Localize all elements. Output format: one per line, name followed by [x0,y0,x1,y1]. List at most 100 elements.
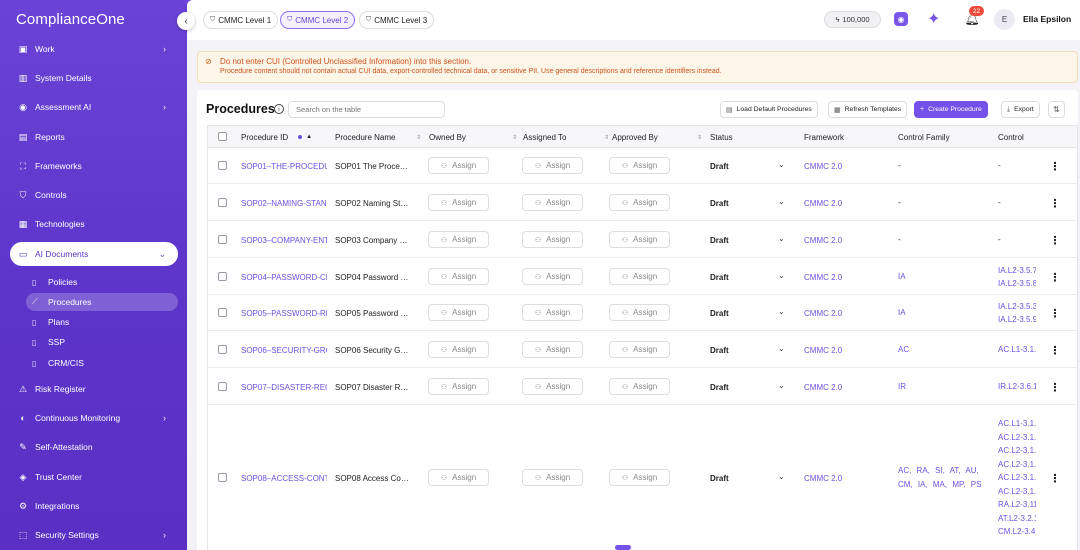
assigned-to-assign-button[interactable]: ⚇ Assign [522,469,583,486]
control-link[interactable]: - [998,196,1036,210]
sidebar-subitem-ssp[interactable]: ▯ SSP [26,333,178,351]
approved-by-assign-button[interactable]: ⚇ Assign [609,268,670,285]
horizontal-scrollbar[interactable] [615,545,631,550]
row-checkbox[interactable] [218,235,227,244]
control-link[interactable]: CM.L2-3.4.1 [998,525,1036,539]
procedure-id-link[interactable]: SOP08–ACCESS-CONTROL [241,472,327,484]
row-actions-menu-icon[interactable]: ⋮ [1049,341,1061,359]
sidebar-item-assessment-ai[interactable]: ◉ Assessment AI › [10,95,178,119]
status-select[interactable]: Draft [710,197,729,209]
framework-link[interactable]: CMMC 2.0 [804,271,842,283]
control-link[interactable]: IR.L2-3.6.1 [998,380,1036,394]
assigned-to-assign-button[interactable]: ⚇ Assign [522,231,583,248]
column-settings-button[interactable]: ⇅ [1048,101,1065,118]
sidebar-item-controls[interactable]: ⛉ Controls [10,183,178,207]
control-link[interactable]: IA.L2-3.5.9 [998,313,1036,327]
export-button[interactable]: ⤓ Export [1001,101,1040,118]
framework-link[interactable]: CMMC 2.0 [804,197,842,209]
control-link[interactable]: - [998,159,1036,173]
row-checkbox[interactable] [218,382,227,391]
row-actions-menu-icon[interactable]: ⋮ [1049,157,1061,175]
search-input[interactable] [288,101,445,118]
table-row[interactable]: SOP02–NAMING-STANDARD SOP02 Naming Standa… [208,184,1077,221]
owned-by-assign-button[interactable]: ⚇ Assign [428,378,489,395]
row-checkbox[interactable] [218,161,227,170]
sparkle-icon[interactable]: ✦ [927,9,940,29]
sidebar-item-system-details[interactable]: ▥ System Details [10,66,178,90]
control-link[interactable]: AC.L2-3.1.4 [998,458,1036,472]
procedure-id-link[interactable]: SOP04–PASSWORD-CREATION [241,271,327,283]
framework-link[interactable]: CMMC 2.0 [804,160,842,172]
status-select[interactable]: Draft [710,307,729,319]
sidebar-item-ai-documents[interactable]: ▭ AI Documents ⌄ [10,242,178,266]
sidebar-subitem-procedures[interactable]: ⟋ Procedures [26,293,178,311]
procedure-id-link[interactable]: SOP05–PASSWORD-RESET [241,307,327,319]
control-link[interactable]: AC.L2-3.1.3 [998,444,1036,458]
framework-link[interactable]: CMMC 2.0 [804,234,842,246]
owned-by-assign-button[interactable]: ⚇ Assign [428,157,489,174]
control-link[interactable]: AC.L1-3.1.1 [998,417,1036,431]
sidebar-subitem-plans[interactable]: ▯ Plans [26,313,178,331]
table-row[interactable]: SOP08–ACCESS-CONTROL SOP08 Access Control… [208,405,1077,550]
sidebar-item-continuous-monitoring[interactable]: ◐ Continuous Monitoring › [10,406,178,430]
status-select[interactable]: Draft [710,234,729,246]
row-checkbox[interactable] [218,198,227,207]
owned-by-assign-button[interactable]: ⚇ Assign [428,304,489,321]
row-checkbox[interactable] [218,345,227,354]
framework-link[interactable]: CMMC 2.0 [804,381,842,393]
create-procedure-button[interactable]: + Create Procedure [914,101,988,118]
approved-by-assign-button[interactable]: ⚇ Assign [609,157,670,174]
avatar[interactable]: E [994,9,1015,30]
column-header-procedure-id[interactable]: Procedure ID ▲ [241,126,312,148]
table-row[interactable]: SOP07–DISASTER-RECOVERY SOP07 Disaster Re… [208,368,1077,405]
row-actions-menu-icon[interactable]: ⋮ [1049,231,1061,249]
control-link[interactable]: - [998,233,1036,247]
assigned-to-assign-button[interactable]: ⚇ Assign [522,194,583,211]
approved-by-assign-button[interactable]: ⚇ Assign [609,231,670,248]
select-all-checkbox[interactable] [218,132,227,141]
tab-cmmc-level-1[interactable]: ⛉ CMMC Level 1 [203,11,279,29]
status-select[interactable]: Draft [710,344,729,356]
table-row[interactable]: SOP03–COMPANY-ENTITY SOP03 Company Entity… [208,221,1077,258]
load-default-procedures-button[interactable]: ▤ Load Default Procedures [720,101,818,118]
column-header-assigned-to[interactable]: Assigned To ⇕ [523,126,609,148]
table-row[interactable]: SOP01–THE-PROCEDURE SOP01 The Procedure ⚇ A… [208,148,1077,184]
assigned-to-assign-button[interactable]: ⚇ Assign [522,268,583,285]
control-link[interactable]: IA.L2-3.5.7 [998,264,1036,278]
sidebar-item-integrations[interactable]: ⚙ Integrations [10,494,178,518]
status-select[interactable]: Draft [710,381,729,393]
sidebar-item-trust-center[interactable]: ◈ Trust Center [10,465,178,489]
procedure-id-link[interactable]: SOP01–THE-PROCEDURE [241,160,327,172]
control-link[interactable]: AC.L1-3.1.1 [998,343,1036,357]
assigned-to-assign-button[interactable]: ⚇ Assign [522,378,583,395]
assistant-icon[interactable]: ◉ [894,12,908,26]
table-row[interactable]: SOP06–SECURITY-GROUPS SOP06 Security Grou… [208,331,1077,368]
status-select[interactable]: Draft [710,160,729,172]
control-link[interactable]: RA.L2-3.11.1 [998,498,1036,512]
assigned-to-assign-button[interactable]: ⚇ Assign [522,304,583,321]
column-header-framework[interactable]: Framework [804,126,844,148]
control-link[interactable]: IA.L2-3.5.3 [998,300,1036,314]
approved-by-assign-button[interactable]: ⚇ Assign [609,378,670,395]
row-checkbox[interactable] [218,473,227,482]
sidebar-item-technologies[interactable]: ▦ Technologies [10,212,178,236]
approved-by-assign-button[interactable]: ⚇ Assign [609,304,670,321]
column-header-control-family[interactable]: Control Family [898,126,950,148]
framework-link[interactable]: CMMC 2.0 [804,307,842,319]
tab-cmmc-level-3[interactable]: ⛉ CMMC Level 3 [359,11,435,29]
status-select[interactable]: Draft [710,472,729,484]
procedure-id-link[interactable]: SOP03–COMPANY-ENTITY [241,234,327,246]
sidebar-item-risk-register[interactable]: ⚠ Risk Register [10,377,178,401]
control-link[interactable]: AT.L2-3.2.1 [998,512,1036,526]
table-row[interactable]: SOP05–PASSWORD-RESET SOP05 Password Reset… [208,295,1077,331]
sidebar-item-frameworks[interactable]: ⛶ Frameworks [10,154,178,178]
credits-badge[interactable]: ϟ 100,000 [824,11,881,28]
owned-by-assign-button[interactable]: ⚇ Assign [428,268,489,285]
row-actions-menu-icon[interactable]: ⋮ [1049,469,1061,487]
framework-link[interactable]: CMMC 2.0 [804,472,842,484]
assigned-to-assign-button[interactable]: ⚇ Assign [522,157,583,174]
column-header-owned-by[interactable]: Owned By ⇕ [429,126,517,148]
approved-by-assign-button[interactable]: ⚇ Assign [609,341,670,358]
table-row[interactable]: SOP04–PASSWORD-CREATION SOP04 Password Cr… [208,258,1077,295]
user-name[interactable]: Ella Epsilon [1023,14,1071,24]
